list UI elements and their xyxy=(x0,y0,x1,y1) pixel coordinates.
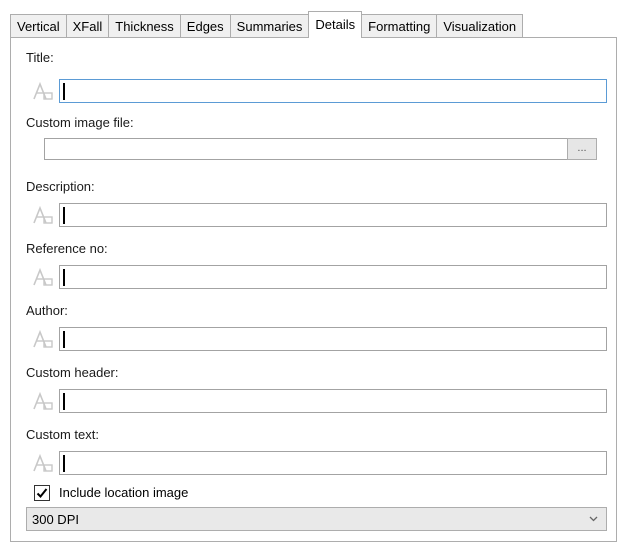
text-caret xyxy=(63,269,65,286)
author-input[interactable] xyxy=(59,327,607,351)
text-tool-icon[interactable] xyxy=(31,451,55,475)
title-label: Title: xyxy=(26,50,54,65)
custom-text-label: Custom text: xyxy=(26,427,99,442)
custom-text-input[interactable] xyxy=(59,451,607,475)
text-caret xyxy=(63,83,65,100)
browse-button[interactable]: ... xyxy=(567,138,597,160)
text-tool-icon[interactable] xyxy=(31,327,55,351)
include-location-label[interactable]: Include location image xyxy=(59,485,188,500)
title-input[interactable] xyxy=(59,79,607,103)
custom-image-input[interactable] xyxy=(44,138,596,160)
description-label: Description: xyxy=(26,179,95,194)
include-location-checkbox[interactable] xyxy=(34,485,50,501)
dpi-select[interactable]: 300 DPI xyxy=(26,507,607,531)
checkmark-icon xyxy=(36,488,48,498)
text-tool-icon[interactable] xyxy=(31,265,55,289)
reference-input[interactable] xyxy=(59,265,607,289)
text-tool-icon[interactable] xyxy=(31,79,55,103)
text-caret xyxy=(63,393,65,410)
text-caret xyxy=(63,331,65,348)
description-input[interactable] xyxy=(59,203,607,227)
author-label: Author: xyxy=(26,303,68,318)
custom-image-label: Custom image file: xyxy=(26,115,134,130)
text-tool-icon[interactable] xyxy=(31,389,55,413)
dpi-value: 300 DPI xyxy=(32,512,79,527)
custom-header-input[interactable] xyxy=(59,389,607,413)
text-caret xyxy=(63,455,65,472)
chevron-down-icon xyxy=(589,516,598,522)
reference-label: Reference no: xyxy=(26,241,108,256)
text-tool-icon[interactable] xyxy=(31,203,55,227)
custom-header-label: Custom header: xyxy=(26,365,119,380)
text-caret xyxy=(63,207,65,224)
